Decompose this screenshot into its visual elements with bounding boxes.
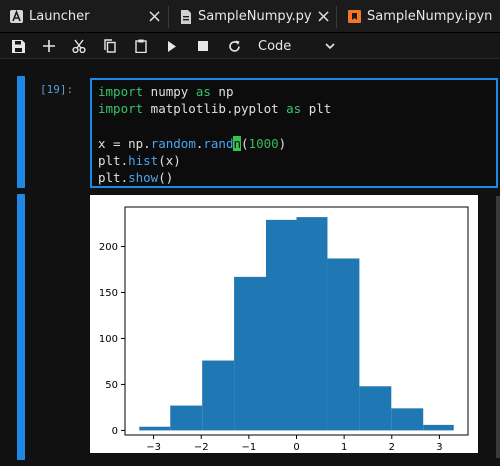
- restart-icon[interactable]: [221, 33, 247, 59]
- histogram-chart: −3 −2 −1 0 1 2 3 0 50 100 150 200: [99, 206, 469, 453]
- code-token: (): [158, 170, 174, 186]
- notebook-toolbar: Code: [0, 33, 500, 59]
- tab-divider: [336, 6, 337, 28]
- tab-samplenumpy-ipynb[interactable]: SampleNumpy.ipyn: [348, 0, 492, 33]
- histogram-bar: [234, 276, 267, 431]
- code-token: import: [98, 101, 144, 117]
- paste-icon[interactable]: [128, 33, 154, 59]
- code-line: import matplotlib.pyplot as plt: [98, 100, 496, 117]
- code-token: ): [278, 135, 287, 151]
- tab-divider: [168, 6, 169, 28]
- histogram-bar: [391, 408, 424, 431]
- save-icon[interactable]: [5, 33, 31, 59]
- code-token: as: [286, 101, 302, 117]
- x-tick-label: −1: [241, 442, 256, 453]
- code-token: rand: [203, 135, 234, 151]
- x-tick-label: −2: [194, 442, 209, 453]
- input-prompt: [19]:: [40, 83, 74, 96]
- code-token: plt: [301, 101, 332, 117]
- histogram-bar: [139, 426, 171, 431]
- code-token: (x): [158, 153, 181, 169]
- add-cell-icon[interactable]: [36, 33, 62, 59]
- tab-label: SampleNumpy.py: [198, 9, 312, 24]
- code-token: x = np.: [98, 135, 151, 151]
- code-line: plt.hist(x): [98, 152, 496, 169]
- copy-icon[interactable]: [97, 33, 123, 59]
- y-tick-label: 200: [99, 242, 118, 253]
- tab-launcher[interactable]: Launcher ×: [10, 0, 162, 33]
- histogram-bar: [327, 258, 360, 431]
- code-token: plt.: [98, 170, 129, 186]
- histogram-bar: [359, 386, 392, 431]
- x-tick-label: 0: [293, 442, 299, 453]
- scrollbar[interactable]: [496, 196, 500, 458]
- code-token: show: [128, 170, 159, 186]
- y-tick-label: 50: [105, 380, 118, 391]
- code-token: hist: [128, 153, 159, 169]
- code-token: plt.: [98, 153, 129, 169]
- code-editor[interactable]: import numpy as np import matplotlib.pypl…: [90, 78, 498, 188]
- code-token: (: [241, 135, 249, 151]
- tab-bar: Launcher × SampleNumpy.py × SampleNumpy.…: [0, 0, 500, 33]
- code-token: numpy: [143, 84, 196, 99]
- tab-label: Launcher: [29, 9, 90, 24]
- close-icon[interactable]: ×: [147, 7, 162, 26]
- histogram-bar: [170, 405, 203, 431]
- code-token: np: [210, 84, 234, 99]
- histogram-bar: [266, 219, 297, 431]
- close-icon[interactable]: ×: [316, 7, 331, 26]
- x-tick-label: −3: [146, 442, 161, 453]
- launcher-icon: [10, 10, 23, 23]
- histogram-bar: [202, 360, 235, 431]
- active-cell-collapser[interactable]: [17, 76, 25, 188]
- run-icon[interactable]: [159, 33, 185, 59]
- tab-samplenumpy-py[interactable]: SampleNumpy.py ×: [179, 0, 331, 33]
- x-tick-label: 2: [389, 442, 395, 453]
- y-tick-label: 100: [99, 334, 118, 345]
- cell-type-dropdown[interactable]: Code: [258, 33, 335, 59]
- cell-type-label: Code: [258, 38, 292, 54]
- histogram-bar: [423, 424, 454, 431]
- code-token: matplotlib.pyplot: [143, 101, 287, 117]
- y-tick-label: 150: [99, 288, 118, 299]
- y-tick-label: 0: [112, 426, 118, 437]
- text-cursor: n: [233, 135, 242, 151]
- code-token: 1000: [248, 135, 279, 151]
- chevron-down-icon: [325, 39, 335, 54]
- code-line: x = np.random.randn(1000): [98, 135, 496, 152]
- code-line: plt.show(): [98, 169, 496, 186]
- histogram-bar: [296, 217, 328, 431]
- notebook-icon: [348, 10, 361, 23]
- python-file-icon: [179, 9, 192, 24]
- x-tick-label: 1: [341, 442, 347, 453]
- output-collapser[interactable]: [17, 194, 25, 460]
- code-line: import numpy as np: [98, 83, 496, 100]
- x-tick-label: 3: [436, 442, 442, 453]
- cut-icon[interactable]: [66, 33, 92, 59]
- output-area: −3 −2 −1 0 1 2 3 0 50 100 150 200: [90, 195, 478, 453]
- code-token: random: [150, 135, 196, 151]
- code-token: import: [98, 84, 144, 99]
- stop-icon[interactable]: [190, 33, 216, 59]
- code-token: as: [195, 84, 211, 99]
- tab-label: SampleNumpy.ipyn: [367, 9, 493, 24]
